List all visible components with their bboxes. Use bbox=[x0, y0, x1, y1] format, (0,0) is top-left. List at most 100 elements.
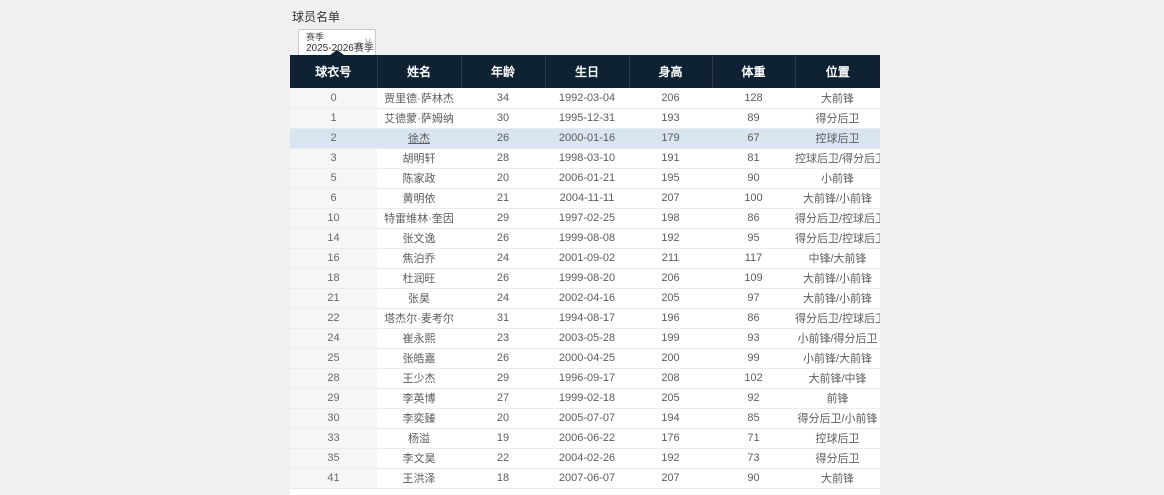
player-height-cell: 211 bbox=[629, 248, 712, 268]
player-weight-cell: 85 bbox=[712, 408, 795, 428]
player-name-link[interactable]: 徐杰 bbox=[408, 133, 430, 145]
player-name-cell: 张文逸 bbox=[377, 228, 461, 248]
player-age-cell: 19 bbox=[461, 428, 545, 448]
player-name-cell: 徐杰 bbox=[377, 128, 461, 148]
player-height-cell: 176 bbox=[629, 428, 712, 448]
player-name-link[interactable]: 胡明轩 bbox=[403, 153, 436, 165]
player-name-link[interactable]: 王洪泽 bbox=[403, 473, 436, 485]
player-name-cell: 黄明依 bbox=[377, 188, 461, 208]
player-weight-cell: 81 bbox=[712, 148, 795, 168]
player-birthday-cell: 1999-08-08 bbox=[545, 228, 629, 248]
table-row[interactable]: 41王洪泽182007-06-0720790大前锋 bbox=[290, 468, 880, 488]
column-header: 生日 bbox=[545, 55, 629, 88]
table-row[interactable]: 22塔杰尔·麦考尔311994-08-1719686得分后卫/控球后卫 bbox=[290, 308, 880, 328]
player-position-cell: 大前锋/小前锋 bbox=[795, 288, 880, 308]
table-row[interactable]: 3胡明轩281998-03-1019181控球后卫/得分后卫 bbox=[290, 148, 880, 168]
jersey-number-cell: 29 bbox=[290, 388, 377, 408]
table-row[interactable]: 18杜润旺261999-08-20206109大前锋/小前锋 bbox=[290, 268, 880, 288]
player-name-cell: 崔永熙 bbox=[377, 328, 461, 348]
jersey-number-cell: 14 bbox=[290, 228, 377, 248]
player-name-link[interactable]: 陈家政 bbox=[403, 173, 436, 185]
roster-panel: 球员名单 赛季 2025-2026赛季 ∨ 球衣号姓名年龄生日身高体重位置 0贾… bbox=[290, 0, 880, 58]
player-name-link[interactable]: 艾德蒙·萨姆纳 bbox=[384, 113, 454, 125]
player-age-cell: 28 bbox=[461, 148, 545, 168]
player-name-link[interactable]: 王少杰 bbox=[403, 373, 436, 385]
player-height-cell: 200 bbox=[629, 348, 712, 368]
player-position-cell: 得分后卫 bbox=[795, 108, 880, 128]
player-name-cell: 李英博 bbox=[377, 388, 461, 408]
table-row[interactable]: 0贾里德·萨林杰341992-03-04206128大前锋 bbox=[290, 88, 880, 108]
jersey-number-cell: 3 bbox=[290, 148, 377, 168]
player-name-link[interactable]: 黄明依 bbox=[403, 193, 436, 205]
player-name-cell: 贾里德·萨林杰 bbox=[377, 88, 461, 108]
player-height-cell: 179 bbox=[629, 128, 712, 148]
player-position-cell: 得分后卫/控球后卫 bbox=[795, 308, 880, 328]
player-birthday-cell: 1996-09-17 bbox=[545, 368, 629, 388]
player-position-cell: 大前锋/中锋 bbox=[795, 368, 880, 388]
table-row[interactable]: 21张昊242002-04-1620597大前锋/小前锋 bbox=[290, 288, 880, 308]
jersey-number-cell: 24 bbox=[290, 328, 377, 348]
player-weight-cell: 109 bbox=[712, 268, 795, 288]
player-weight-cell: 97 bbox=[712, 288, 795, 308]
player-birthday-cell: 2001-09-02 bbox=[545, 248, 629, 268]
player-name-link[interactable]: 杨溢 bbox=[408, 433, 430, 445]
player-name-cell: 陈家政 bbox=[377, 168, 461, 188]
table-row[interactable]: 10特雷维林·奎因291997-02-2519886得分后卫/控球后卫 bbox=[290, 208, 880, 228]
table-row[interactable]: 33杨溢192006-06-2217671控球后卫 bbox=[290, 428, 880, 448]
player-weight-cell: 71 bbox=[712, 428, 795, 448]
player-weight-cell: 67 bbox=[712, 128, 795, 148]
player-weight-cell: 86 bbox=[712, 208, 795, 228]
table-row[interactable]: 30李奕臻202005-07-0719485得分后卫/小前锋 bbox=[290, 408, 880, 428]
table-row[interactable]: 6黄明依212004-11-11207100大前锋/小前锋 bbox=[290, 188, 880, 208]
jersey-number-cell: 16 bbox=[290, 248, 377, 268]
player-position-cell: 小前锋/大前锋 bbox=[795, 348, 880, 368]
table-row[interactable]: 25张皓嘉262000-04-2520099小前锋/大前锋 bbox=[290, 348, 880, 368]
player-name-link[interactable]: 杜润旺 bbox=[403, 273, 436, 285]
player-name-link[interactable]: 张皓嘉 bbox=[403, 353, 436, 365]
player-name-link[interactable]: 崔永熙 bbox=[403, 333, 436, 345]
player-name-link[interactable]: 李文昊 bbox=[403, 453, 436, 465]
player-name-cell: 塔杰尔·麦考尔 bbox=[377, 308, 461, 328]
player-birthday-cell: 2004-11-11 bbox=[545, 188, 629, 208]
player-name-link[interactable]: 李奕臻 bbox=[403, 413, 436, 425]
player-name-link[interactable]: 李英博 bbox=[403, 393, 436, 405]
jersey-number-cell: 2 bbox=[290, 128, 377, 148]
player-birthday-cell: 2007-06-07 bbox=[545, 468, 629, 488]
table-row[interactable]: 24崔永熙232003-05-2819993小前锋/得分后卫 bbox=[290, 328, 880, 348]
player-weight-cell: 89 bbox=[712, 108, 795, 128]
player-name-link[interactable]: 张昊 bbox=[408, 293, 430, 305]
jersey-number-cell: 35 bbox=[290, 448, 377, 468]
player-position-cell: 控球后卫 bbox=[795, 428, 880, 448]
player-name-link[interactable]: 塔杰尔·麦考尔 bbox=[384, 313, 454, 325]
table-header: 球衣号姓名年龄生日身高体重位置 bbox=[290, 55, 880, 88]
player-age-cell: 21 bbox=[461, 188, 545, 208]
player-age-cell: 23 bbox=[461, 328, 545, 348]
player-position-cell: 控球后卫 bbox=[795, 128, 880, 148]
player-name-cell: 焦泊乔 bbox=[377, 248, 461, 268]
table-row[interactable]: 29李英博271999-02-1820592前锋 bbox=[290, 388, 880, 408]
player-birthday-cell: 2006-01-21 bbox=[545, 168, 629, 188]
player-height-cell: 205 bbox=[629, 388, 712, 408]
player-name-link[interactable]: 贾里德·萨林杰 bbox=[384, 93, 454, 105]
player-height-cell: 196 bbox=[629, 308, 712, 328]
jersey-number-cell: 33 bbox=[290, 428, 377, 448]
player-name-link[interactable]: 特雷维林·奎因 bbox=[384, 213, 454, 225]
player-age-cell: 34 bbox=[461, 88, 545, 108]
table-row[interactable]: 5陈家政202006-01-2119590小前锋 bbox=[290, 168, 880, 188]
player-birthday-cell: 1998-03-10 bbox=[545, 148, 629, 168]
table-row[interactable]: 16焦泊乔242001-09-02211117中锋/大前锋 bbox=[290, 248, 880, 268]
player-name-link[interactable]: 张文逸 bbox=[403, 233, 436, 245]
player-position-cell: 中锋/大前锋 bbox=[795, 248, 880, 268]
table-row[interactable]: 35李文昊222004-02-2619273得分后卫 bbox=[290, 448, 880, 468]
table-row[interactable]: 1艾德蒙·萨姆纳301995-12-3119389得分后卫 bbox=[290, 108, 880, 128]
table-row[interactable]: 2徐杰262000-01-1617967控球后卫 bbox=[290, 128, 880, 148]
player-name-link[interactable]: 焦泊乔 bbox=[403, 253, 436, 265]
jersey-number-cell: 18 bbox=[290, 268, 377, 288]
player-age-cell: 29 bbox=[461, 208, 545, 228]
player-age-cell: 20 bbox=[461, 408, 545, 428]
player-name-cell: 李文昊 bbox=[377, 448, 461, 468]
player-age-cell: 29 bbox=[461, 368, 545, 388]
player-name-cell: 张昊 bbox=[377, 288, 461, 308]
table-row[interactable]: 28王少杰291996-09-17208102大前锋/中锋 bbox=[290, 368, 880, 388]
table-row[interactable]: 14张文逸261999-08-0819295得分后卫/控球后卫 bbox=[290, 228, 880, 248]
